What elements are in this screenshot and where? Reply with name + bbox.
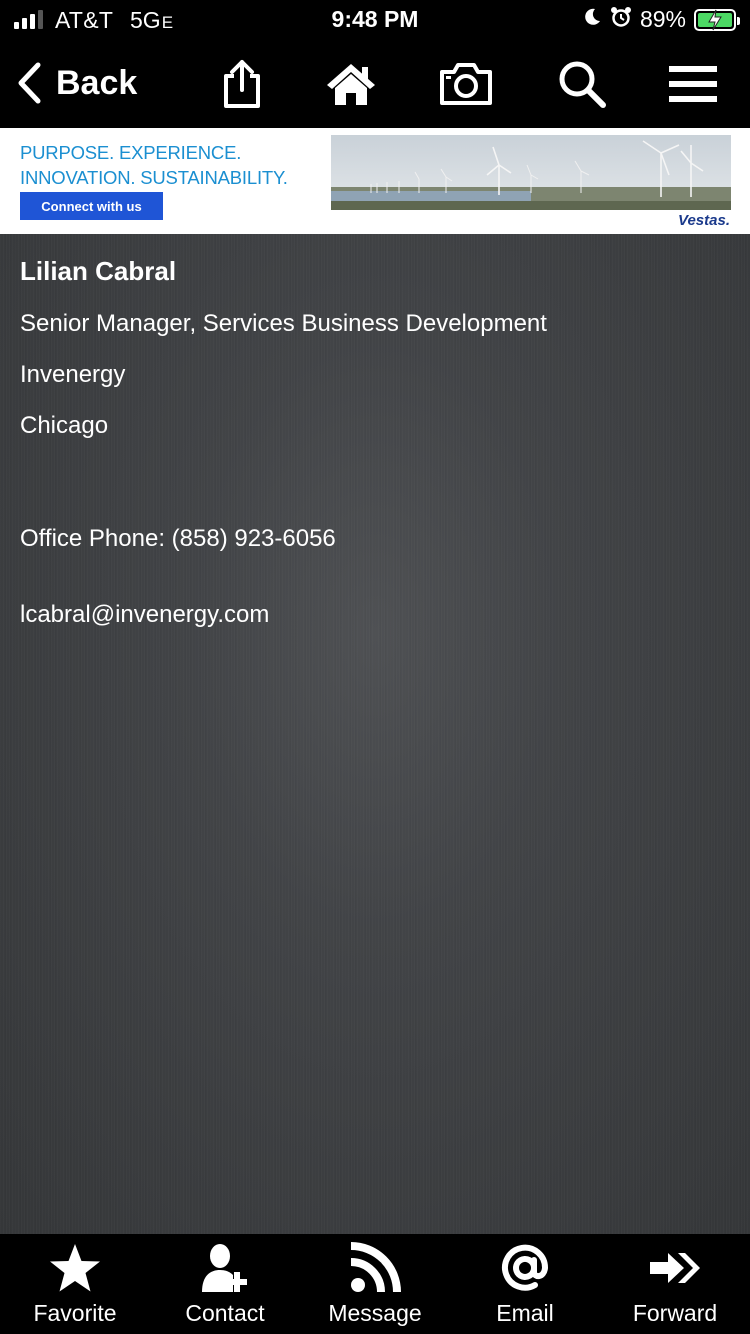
- home-icon: [327, 64, 375, 105]
- contact-email[interactable]: lcabral@invenergy.com: [20, 601, 269, 629]
- bottom-tab-bar: Favorite Contact Message Email Forward: [0, 1234, 750, 1334]
- chevron-left-icon: [18, 62, 41, 104]
- double-arrow-forward-icon: [650, 1253, 700, 1283]
- alarm-icon: [610, 6, 632, 33]
- at-sign-icon: [502, 1244, 549, 1291]
- back-label: Back: [56, 63, 138, 102]
- tab-favorite-label: Favorite: [33, 1300, 117, 1326]
- menu-button[interactable]: [665, 56, 721, 112]
- tab-favorite[interactable]: Favorite: [0, 1234, 150, 1334]
- contact-details: Lilian Cabral Senior Manager, Services B…: [0, 234, 750, 1234]
- contact-city: Chicago: [20, 412, 109, 439]
- search-icon: [559, 61, 606, 108]
- advertisement-banner[interactable]: PURPOSE. EXPERIENCE. INNOVATION. SUSTAIN…: [0, 128, 750, 234]
- contact-job-title: Senior Manager, Services Business Develo…: [20, 310, 547, 337]
- ad-brand-logo: Vestas.: [678, 212, 730, 229]
- back-button[interactable]: Back: [16, 62, 137, 104]
- home-button[interactable]: [323, 56, 379, 112]
- wind-turbines-photo: [331, 135, 731, 210]
- tab-email-label: Email: [496, 1300, 554, 1326]
- top-toolbar: Back: [0, 40, 750, 128]
- tab-contact-label: Contact: [185, 1300, 265, 1326]
- do-not-disturb-moon-icon: [582, 7, 602, 32]
- share-button[interactable]: [214, 56, 270, 112]
- ad-connect-button[interactable]: Connect with us: [20, 192, 163, 220]
- contact-company: Invenergy: [20, 361, 126, 388]
- ad-slogan: PURPOSE. EXPERIENCE. INNOVATION. SUSTAIN…: [20, 142, 288, 188]
- contact-name: Lilian Cabral: [20, 256, 177, 286]
- battery-charging-icon: [694, 8, 740, 31]
- tab-contact[interactable]: Contact: [150, 1234, 300, 1334]
- battery-percentage: 89%: [639, 6, 686, 32]
- status-bar: AT&T 5GE 9:48 PM 89%: [0, 0, 750, 40]
- tab-forward[interactable]: Forward: [600, 1234, 750, 1334]
- rss-feed-icon: [350, 1242, 401, 1293]
- tab-forward-label: Forward: [632, 1300, 718, 1326]
- camera-button[interactable]: [438, 56, 494, 112]
- share-icon: [224, 60, 260, 108]
- contact-office-phone[interactable]: Office Phone: (858) 923-6056: [20, 525, 336, 553]
- tab-message[interactable]: Message: [300, 1234, 450, 1334]
- search-button[interactable]: [554, 56, 610, 112]
- hamburger-menu-icon: [669, 66, 717, 102]
- tab-email[interactable]: Email: [450, 1234, 600, 1334]
- star-icon: [50, 1244, 100, 1292]
- camera-icon: [440, 63, 492, 105]
- add-contact-icon: [202, 1244, 247, 1292]
- tab-message-label: Message: [328, 1300, 422, 1326]
